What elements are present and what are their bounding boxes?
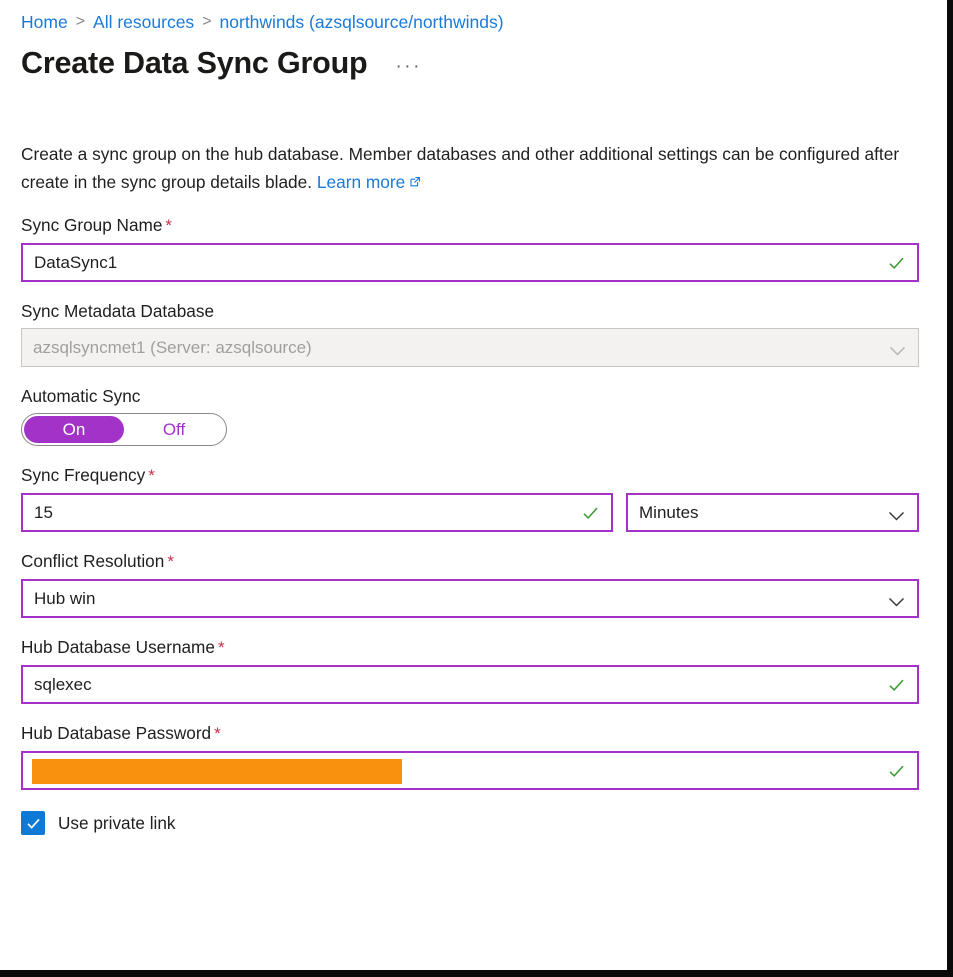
title-row: Create Data Sync Group ··· (21, 43, 947, 83)
chevron-down-icon (888, 507, 905, 519)
sync-frequency-unit-dropdown[interactable]: Minutes (626, 493, 919, 532)
automatic-sync-label-text: Automatic Sync (21, 386, 140, 406)
password-redaction-bar (32, 759, 402, 784)
chevron-down-icon (888, 593, 905, 605)
learn-more-label: Learn more (317, 172, 405, 192)
automatic-sync-toggle[interactable]: On Off (21, 413, 227, 446)
create-data-sync-group-blade: Home > All resources > northwinds (azsql… (0, 0, 953, 977)
conflict-resolution-dropdown[interactable]: Hub win (21, 579, 919, 618)
checkmark-icon (26, 816, 41, 831)
chevron-down-icon (889, 342, 906, 354)
sync-frequency-input[interactable]: 15 (21, 493, 613, 532)
sync-group-name-value: DataSync1 (34, 253, 117, 273)
field-hub-database-username: Hub Database Username* sqlexec (21, 636, 947, 704)
hub-database-username-label: Hub Database Username* (21, 636, 947, 659)
field-automatic-sync: Automatic Sync On Off (21, 385, 947, 446)
required-asterisk: * (214, 724, 221, 743)
hub-database-username-value: sqlexec (34, 675, 92, 695)
sync-frequency-value: 15 (34, 503, 53, 523)
breadcrumb-item-northwinds[interactable]: northwinds (azsqlsource/northwinds) (220, 12, 504, 33)
hub-database-username-input[interactable]: sqlexec (21, 665, 919, 704)
hub-database-username-label-text: Hub Database Username (21, 637, 215, 657)
required-asterisk: * (148, 466, 155, 485)
sync-frequency-label: Sync Frequency* (21, 464, 947, 487)
automatic-sync-option-off[interactable]: Off (124, 416, 224, 443)
green-check-icon (582, 504, 599, 521)
external-link-icon (409, 168, 421, 180)
breadcrumb-item-home[interactable]: Home (21, 12, 68, 33)
sync-metadata-database-label-text: Sync Metadata Database (21, 301, 214, 321)
field-sync-group-name: Sync Group Name* DataSync1 (21, 214, 947, 282)
breadcrumb: Home > All resources > northwinds (azsql… (21, 0, 947, 34)
field-hub-database-password: Hub Database Password* (21, 722, 947, 790)
conflict-resolution-label-text: Conflict Resolution (21, 551, 164, 571)
sync-frequency-controls: 15 Minutes (21, 493, 947, 532)
more-menu-icon[interactable]: ··· (392, 58, 424, 76)
use-private-link-checkbox[interactable] (21, 811, 45, 835)
use-private-link-label: Use private link (58, 813, 176, 834)
conflict-resolution-value: Hub win (34, 589, 95, 609)
green-check-icon (888, 254, 905, 271)
sync-group-name-label-text: Sync Group Name (21, 215, 162, 235)
use-private-link-checkbox-row[interactable]: Use private link (21, 811, 947, 835)
sync-frequency-unit-value: Minutes (639, 503, 699, 523)
breadcrumb-item-all-resources[interactable]: All resources (93, 12, 194, 33)
hub-database-password-label-text: Hub Database Password (21, 723, 211, 743)
automatic-sync-option-on[interactable]: On (24, 416, 124, 443)
sync-metadata-database-dropdown: azsqlsyncmet1 (Server: azsqlsource) (21, 328, 919, 367)
sync-metadata-database-label: Sync Metadata Database (21, 300, 947, 322)
hub-database-password-label: Hub Database Password* (21, 722, 947, 745)
learn-more-link[interactable]: Learn more (317, 172, 421, 192)
field-conflict-resolution: Conflict Resolution* Hub win (21, 550, 947, 618)
sync-group-name-label: Sync Group Name* (21, 214, 947, 237)
field-sync-frequency: Sync Frequency* 15 Minutes (21, 464, 947, 532)
sync-group-name-input[interactable]: DataSync1 (21, 243, 919, 282)
description-text: Create a sync group on the hub database.… (21, 144, 899, 192)
conflict-resolution-label: Conflict Resolution* (21, 550, 947, 573)
sync-metadata-database-value: azsqlsyncmet1 (Server: azsqlsource) (33, 338, 312, 358)
sync-frequency-label-text: Sync Frequency (21, 465, 145, 485)
required-asterisk: * (165, 216, 172, 235)
hub-database-password-input[interactable] (21, 751, 919, 790)
required-asterisk: * (218, 638, 225, 657)
breadcrumb-separator-icon: > (202, 13, 211, 31)
automatic-sync-label: Automatic Sync (21, 385, 947, 407)
required-asterisk: * (167, 552, 174, 571)
page-title: Create Data Sync Group (21, 46, 367, 81)
green-check-icon (888, 762, 905, 779)
green-check-icon (888, 676, 905, 693)
field-sync-metadata-database: Sync Metadata Database azsqlsyncmet1 (Se… (21, 300, 947, 367)
blade-description: Create a sync group on the hub database.… (21, 140, 926, 196)
breadcrumb-separator-icon: > (76, 13, 85, 31)
